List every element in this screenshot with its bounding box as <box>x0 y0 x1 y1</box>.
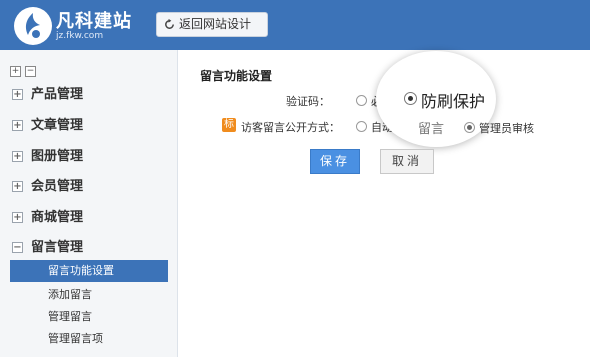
expand-icon[interactable]: + <box>12 89 23 100</box>
sidebar-subitem-manage-messages[interactable]: 管理留言 <box>10 306 168 328</box>
sidebar-item-members[interactable]: + 会员管理 <box>12 177 83 197</box>
sidebar-item-label: 留言管理 <box>31 240 84 255</box>
sidebar-item-products[interactable]: + 产品管理 <box>12 85 83 105</box>
magnifier-ghost-text: 留言 <box>418 122 445 137</box>
logo-icon <box>25 13 40 38</box>
sidebar-item-label: 文章管理 <box>31 118 84 133</box>
cancel-button[interactable]: 取消 <box>380 149 434 174</box>
sidebar-subitem-message-settings[interactable]: 留言功能设置 <box>10 260 168 282</box>
refresh-icon <box>165 18 174 29</box>
sidebar-item-messages[interactable]: − 留言管理 <box>12 238 83 258</box>
sidebar-item-label: 商城管理 <box>31 210 84 225</box>
sidebar-subitem-manage-message-fields[interactable]: 管理留言项 <box>10 328 168 350</box>
collapse-icon[interactable]: − <box>12 242 23 253</box>
anti-spam-radio[interactable] <box>404 92 417 105</box>
captcha-label: 验证码： <box>286 95 330 108</box>
sidebar-subitem-add-message[interactable]: 添加留言 <box>10 284 168 306</box>
captcha-required-radio[interactable] <box>356 95 367 106</box>
visitor-publish-label: 访客留言公开方式： <box>241 121 340 134</box>
sidebar-item-albums[interactable]: + 图册管理 <box>12 147 83 167</box>
brand-name: 凡科建站 <box>56 11 132 32</box>
expand-all-icon[interactable]: + <box>10 66 21 77</box>
admin-review-radio[interactable] <box>464 122 475 133</box>
tree-tools: + − <box>10 58 40 77</box>
expand-icon[interactable]: + <box>12 181 23 192</box>
expand-icon[interactable]: + <box>12 151 23 162</box>
sidebar-item-articles[interactable]: + 文章管理 <box>12 116 83 136</box>
save-button[interactable]: 保存 <box>310 149 360 174</box>
sidebar-item-label: 会员管理 <box>31 179 84 194</box>
back-to-site-label: 返回网站设计 <box>179 17 252 31</box>
brand-logo <box>14 7 52 45</box>
collapse-all-icon[interactable]: − <box>25 66 36 77</box>
anti-spam-label: 防刷保护 <box>421 92 486 111</box>
sidebar-item-mall[interactable]: + 商城管理 <box>12 208 83 228</box>
admin-review-label: 管理员审核 <box>479 122 534 135</box>
back-to-site-button[interactable]: 返回网站设计 <box>156 12 268 37</box>
brand-url: jz.fkw.com <box>56 31 104 41</box>
expand-icon[interactable]: + <box>12 120 23 131</box>
sidebar-item-label: 产品管理 <box>31 87 84 102</box>
sidebar-item-label: 图册管理 <box>31 149 84 164</box>
auto-publish-radio[interactable] <box>356 121 367 132</box>
expand-icon[interactable]: + <box>12 212 23 223</box>
visitor-badge: 标 <box>222 118 236 132</box>
section-title: 留言功能设置 <box>200 69 273 83</box>
top-header: 凡科建站 jz.fkw.com 返回网站设计 <box>0 0 590 50</box>
